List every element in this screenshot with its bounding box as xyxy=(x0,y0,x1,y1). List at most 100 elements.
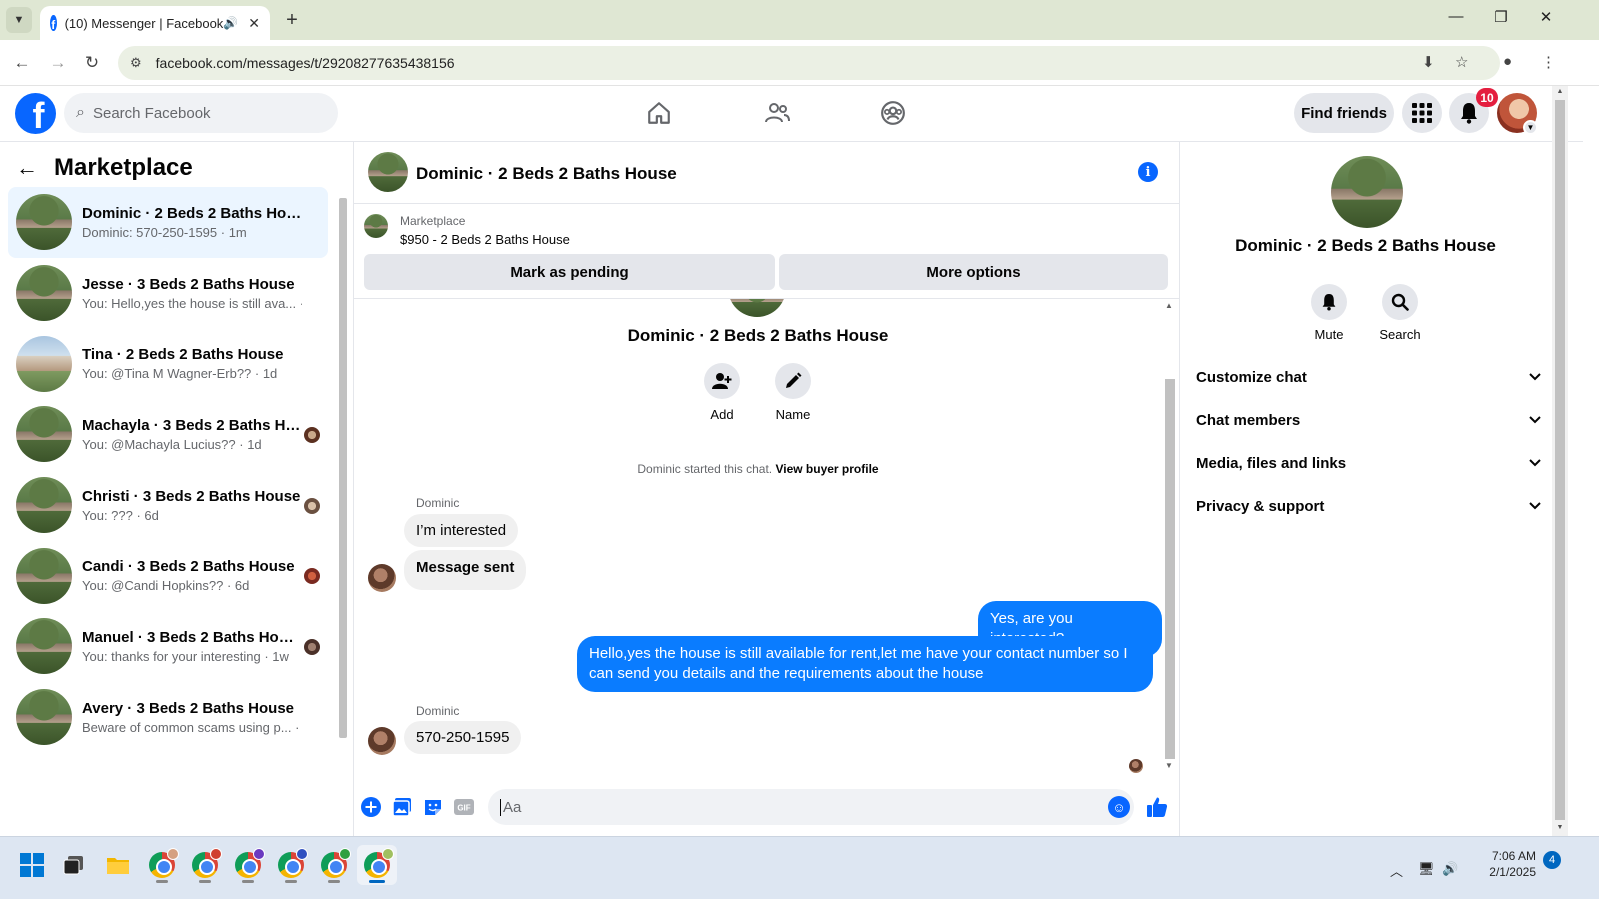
chrome-taskbar-icon[interactable] xyxy=(228,845,268,885)
chat-title[interactable]: Dominic · 2 Beds 2 Baths House xyxy=(416,164,677,184)
pencil-icon[interactable] xyxy=(775,363,811,399)
windows-start-icon[interactable] xyxy=(12,845,52,885)
name-chat-action[interactable]: Name xyxy=(763,363,823,422)
restore-window-button[interactable]: ❐ xyxy=(1489,8,1513,26)
scroll-down-arrow-icon[interactable]: ▼ xyxy=(1165,761,1173,770)
account-chevron-icon[interactable]: ▼ xyxy=(1523,120,1538,135)
file-explorer-icon[interactable] xyxy=(98,845,138,885)
privacy-support-section[interactable]: Privacy & support xyxy=(1196,488,1541,524)
chrome-taskbar-icon-active[interactable] xyxy=(357,845,397,885)
conversation-preview: You: Hello,yes the house is still ava...… xyxy=(82,295,302,311)
notification-center-badge[interactable]: 4 xyxy=(1543,851,1561,869)
conversation-item[interactable]: Machayla · 3 Beds 2 Baths Ho... You: @Ma… xyxy=(8,399,328,470)
more-options-button[interactable]: More options xyxy=(779,254,1168,290)
groups-icon[interactable] xyxy=(878,98,908,128)
media-files-links-section[interactable]: Media, files and links xyxy=(1196,445,1541,481)
gif-icon[interactable]: GIF xyxy=(453,796,475,818)
sender-avatar[interactable] xyxy=(368,564,396,592)
browser-menu-icon[interactable]: ⋮ xyxy=(1541,53,1556,71)
close-window-button[interactable]: ✕ xyxy=(1534,8,1558,26)
conversation-preview: Beware of common scams using p... · 1w xyxy=(82,719,302,735)
friends-icon[interactable] xyxy=(762,98,792,128)
view-buyer-profile-link[interactable]: View buyer profile xyxy=(775,462,878,476)
install-app-icon[interactable]: ⬇ xyxy=(1422,53,1435,71)
scrollbar-thumb[interactable] xyxy=(339,198,347,738)
plus-circle-icon[interactable] xyxy=(360,796,382,818)
add-people-action[interactable]: Add xyxy=(692,363,752,422)
magnifier-icon[interactable] xyxy=(1382,284,1418,320)
mark-as-pending-button[interactable]: Mark as pending xyxy=(364,254,775,290)
conversation-list: Dominic · 2 Beds 2 Baths House Dominic: … xyxy=(8,187,328,753)
tab-search-chevron-icon[interactable]: ▼ xyxy=(6,7,32,33)
chat-members-section[interactable]: Chat members xyxy=(1196,402,1541,438)
listing-thumb[interactable] xyxy=(364,214,388,238)
scrollbar-thumb[interactable] xyxy=(1165,379,1175,759)
reload-button[interactable]: ↻ xyxy=(80,51,104,75)
thumbs-up-icon[interactable] xyxy=(1146,796,1168,818)
task-view-icon[interactable] xyxy=(54,845,94,885)
message-input[interactable] xyxy=(500,798,1080,816)
scrollbar-thumb[interactable] xyxy=(1555,100,1565,820)
browser-tab[interactable]: f (10) Messenger | Facebook 🔊 ✕ xyxy=(40,6,270,40)
scroll-up-arrow-icon[interactable]: ▲ xyxy=(1165,301,1173,310)
svg-text:GIF: GIF xyxy=(457,804,470,813)
back-button[interactable]: ← xyxy=(10,51,34,75)
incoming-message[interactable]: I’m interested xyxy=(404,514,519,547)
chrome-taskbar-icon[interactable] xyxy=(271,845,311,885)
find-friends-button[interactable]: Find friends xyxy=(1294,93,1394,133)
facebook-logo-icon[interactable]: f xyxy=(15,93,56,134)
conversation-item[interactable]: Avery · 3 Beds 2 Baths House Beware of c… xyxy=(8,682,328,753)
close-tab-icon[interactable]: ✕ xyxy=(248,15,260,32)
conversation-item[interactable]: Dominic · 2 Beds 2 Baths House Dominic: … xyxy=(8,187,328,258)
bell-icon[interactable] xyxy=(1311,284,1347,320)
facebook-header: f ⌕ Find friends 10 ▼ xyxy=(0,86,1583,142)
message-composer: GIF ☺ xyxy=(354,782,1180,832)
details-avatar[interactable] xyxy=(1331,156,1403,228)
home-icon[interactable] xyxy=(644,98,674,128)
scroll-up-arrow-icon[interactable]: ▲ xyxy=(1552,88,1568,95)
scroll-down-arrow-icon[interactable]: ▼ xyxy=(1552,824,1568,831)
thread-scrollbar[interactable]: ▲ ▼ xyxy=(1162,299,1176,777)
listing-price[interactable]: $950 - 2 Beds 2 Baths House xyxy=(400,232,570,247)
customize-chat-section[interactable]: Customize chat xyxy=(1196,359,1541,395)
chrome-taskbar-icon[interactable] xyxy=(185,845,225,885)
minimize-window-button[interactable]: — xyxy=(1444,8,1468,25)
volume-icon[interactable]: 🔊 xyxy=(1442,861,1458,877)
conversation-item[interactable]: Tina · 2 Beds 2 Baths House You: @Tina M… xyxy=(8,328,328,399)
bookmark-star-icon[interactable]: ☆ xyxy=(1455,53,1468,71)
conversation-item[interactable]: Christi · 3 Beds 2 Baths House You: ??? … xyxy=(8,470,328,541)
conversation-scrollbar[interactable] xyxy=(338,190,348,750)
chat-avatar[interactable] xyxy=(368,152,408,192)
new-tab-button[interactable]: + xyxy=(280,8,304,32)
search-in-chat-action[interactable]: Search xyxy=(1370,284,1430,342)
emoji-icon[interactable]: ☺ xyxy=(1108,796,1130,818)
back-arrow-icon[interactable]: ← xyxy=(16,155,38,181)
outgoing-message[interactable]: Hello,yes the house is still available f… xyxy=(577,636,1153,692)
show-hidden-icons-chevron-icon[interactable]: ︿ xyxy=(1390,861,1403,880)
system-clock[interactable]: 7:06 AM 2/1/2025 xyxy=(1474,848,1536,880)
add-person-icon[interactable] xyxy=(704,363,740,399)
incoming-message[interactable]: Message sent xyxy=(404,550,527,590)
chrome-taskbar-icon[interactable] xyxy=(314,845,354,885)
sticker-icon[interactable] xyxy=(422,796,444,818)
forward-button[interactable]: → xyxy=(46,51,70,75)
menu-grid-icon[interactable] xyxy=(1402,93,1442,133)
browser-profile-icon[interactable]: ● xyxy=(1503,53,1512,70)
info-icon[interactable]: i xyxy=(1138,162,1158,182)
incoming-message[interactable]: 570-250-1595 xyxy=(404,721,522,754)
conversation-item[interactable]: Manuel · 3 Beds 2 Baths House You: thank… xyxy=(8,611,328,682)
network-icon[interactable]: 🖥 xyxy=(1418,861,1435,877)
composer-input-wrapper[interactable] xyxy=(488,789,1134,825)
conversation-item[interactable]: Jesse · 3 Beds 2 Baths House You: Hello,… xyxy=(8,258,328,329)
omnibox[interactable]: ⚙ facebook.com/messages/t/29208277635438… xyxy=(118,46,1500,80)
page-scrollbar[interactable]: ▲ ▼ xyxy=(1552,86,1568,836)
photo-icon[interactable] xyxy=(391,796,413,818)
conversation-item[interactable]: Candi · 3 Beds 2 Baths House You: @Candi… xyxy=(8,540,328,611)
facebook-search[interactable]: ⌕ xyxy=(64,93,338,133)
site-settings-icon[interactable]: ⚙ xyxy=(130,55,142,71)
mute-action[interactable]: Mute xyxy=(1299,284,1359,342)
speaker-icon[interactable]: 🔊 xyxy=(223,16,238,30)
search-input[interactable] xyxy=(92,104,313,122)
chrome-taskbar-icon[interactable] xyxy=(142,845,182,885)
sender-avatar[interactable] xyxy=(368,727,396,755)
